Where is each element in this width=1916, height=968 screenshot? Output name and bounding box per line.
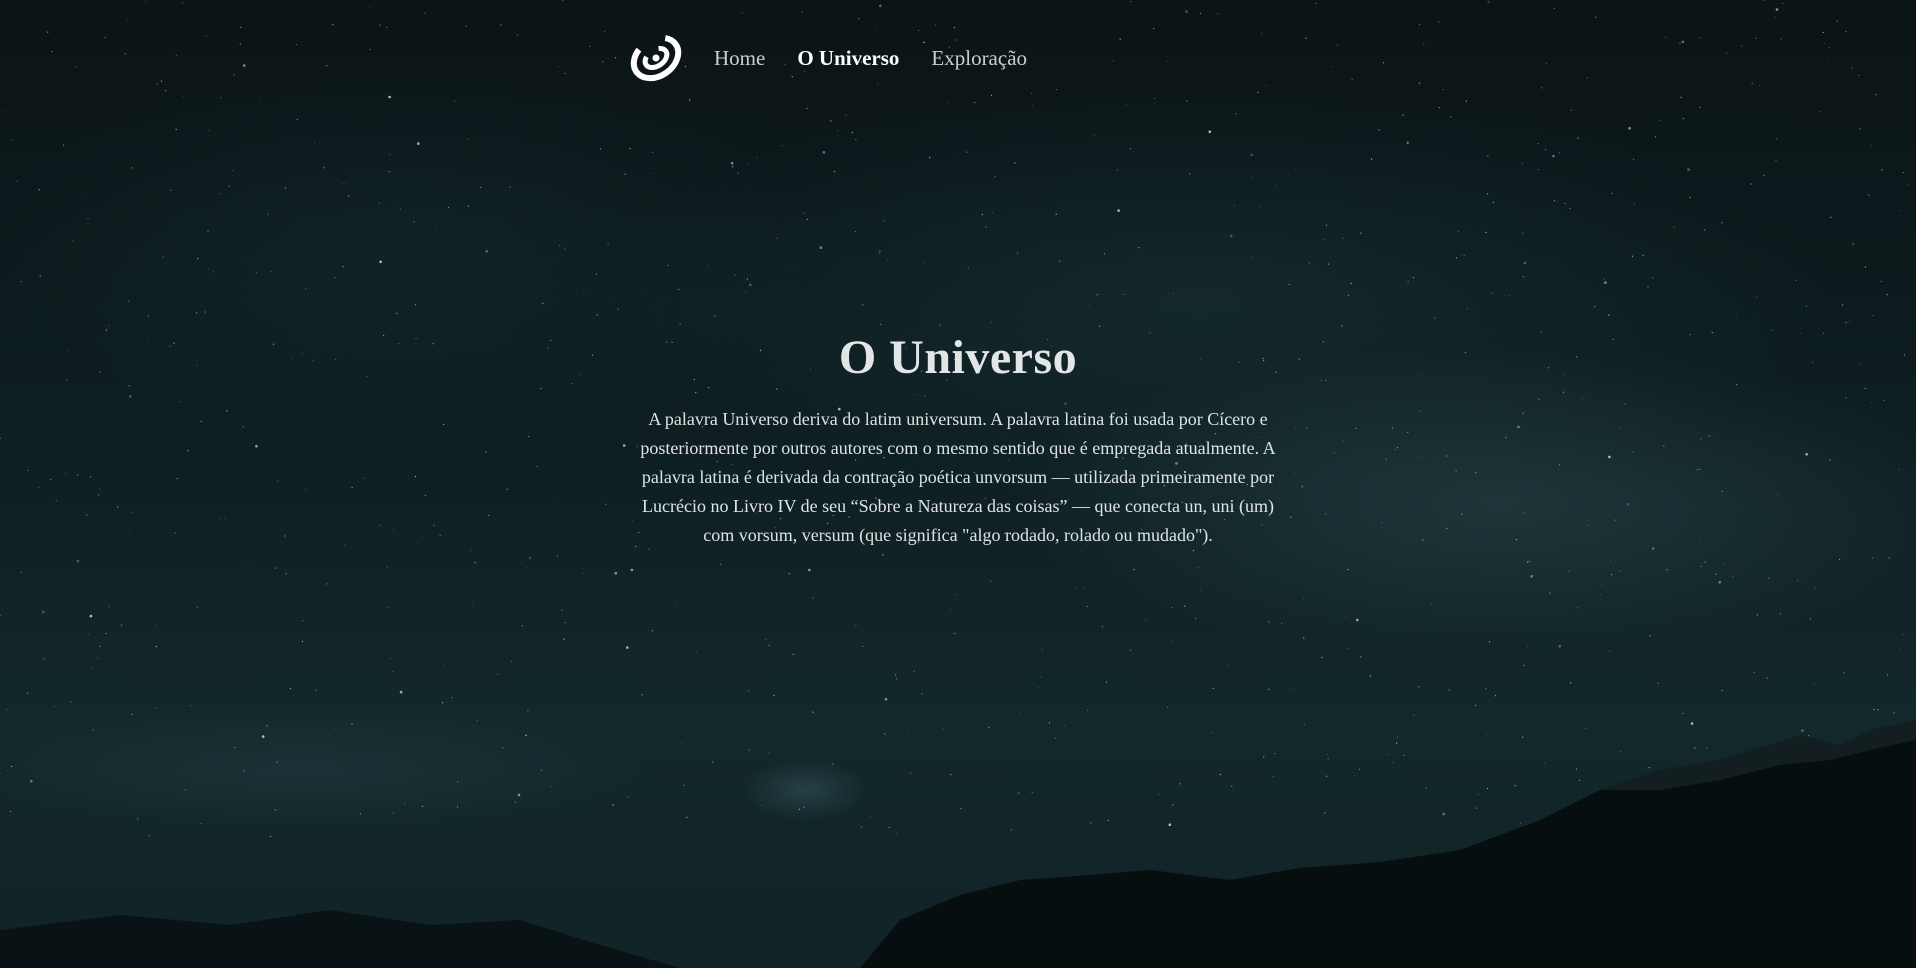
hero-description: A palavra Universo deriva do latim unive… xyxy=(640,409,1276,545)
galaxy-swirl-icon[interactable] xyxy=(630,34,682,82)
main-nav: Home O Universo Exploração xyxy=(630,34,1027,82)
nav-link-o-universo[interactable]: O Universo xyxy=(797,46,899,71)
hero-section: O Universo A palavra Universo deriva do … xyxy=(0,330,1916,550)
nav-link-exploracao[interactable]: Exploração xyxy=(931,46,1027,71)
nav-link-home[interactable]: Home xyxy=(714,46,765,71)
page-title: O Universo xyxy=(838,331,1078,384)
